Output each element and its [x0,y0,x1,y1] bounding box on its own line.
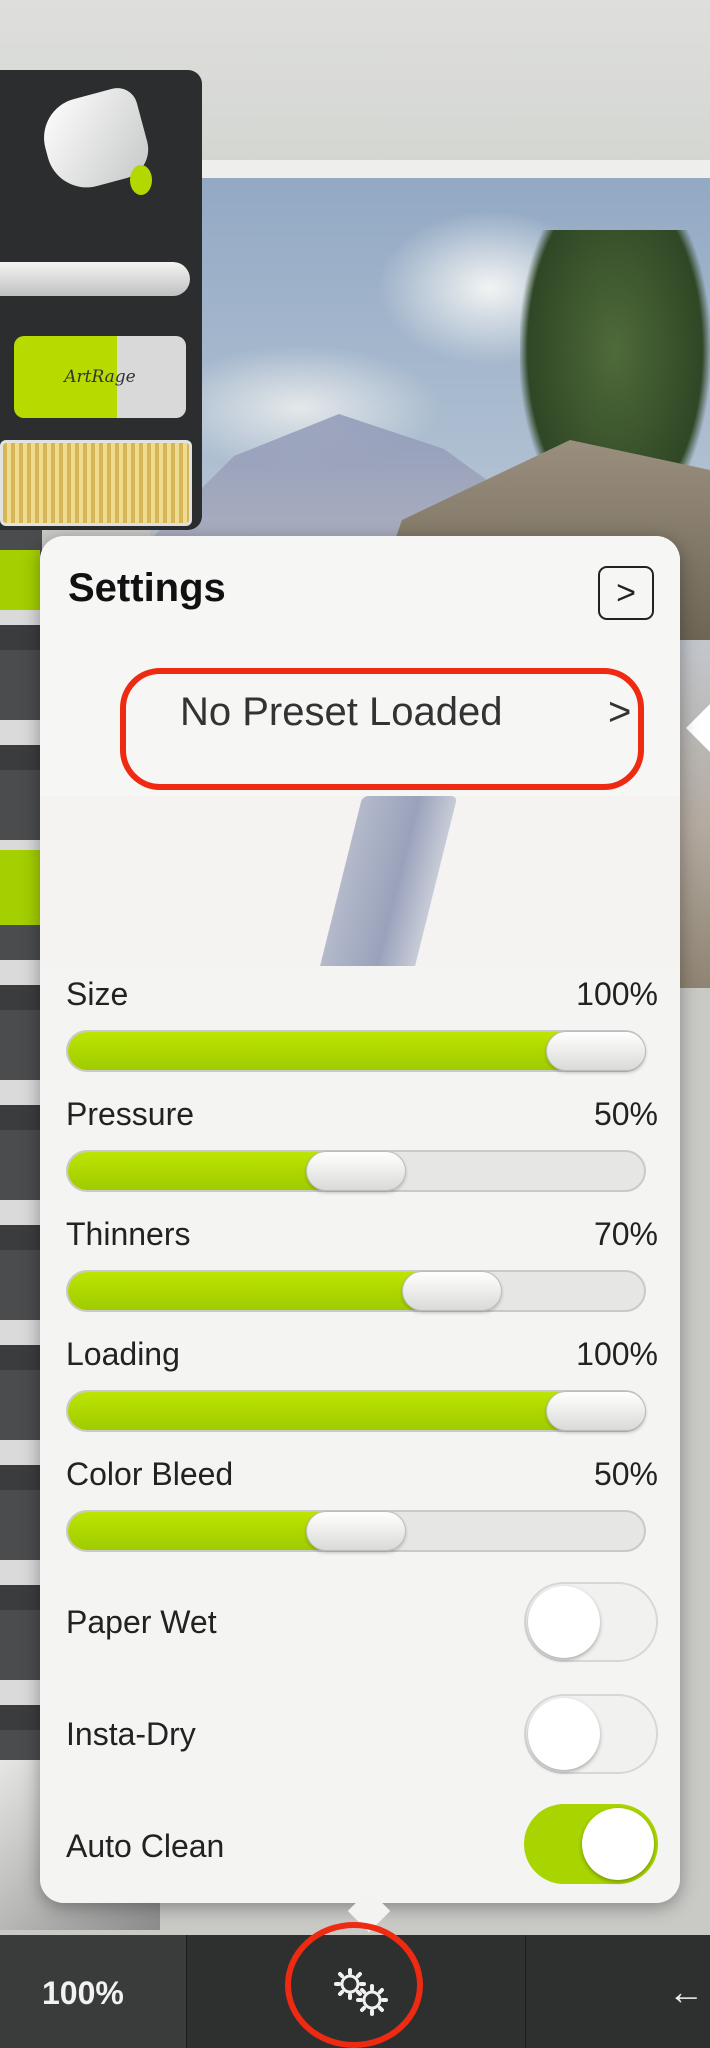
panel-pointer-right [686,700,710,756]
slider-color-bleed: Color Bleed 50% [40,1446,680,1567]
toggle-label: Insta-Dry [66,1716,196,1752]
toggle-knob [528,1586,600,1658]
slider-thumb[interactable] [546,1391,646,1431]
zoom-button[interactable]: 100% [0,1935,187,2048]
slider-thinners: Thinners 70% [40,1206,680,1327]
slider-pressure: Pressure 50% [40,1086,680,1207]
toggle-switch[interactable] [524,1582,658,1662]
stroke-preview-sample [317,796,458,966]
tool-strip-marker [0,850,40,925]
toggle-switch[interactable] [524,1694,658,1774]
slider-value: 100% [576,1336,658,1372]
slider-value: 50% [593,1456,658,1492]
back-arrow-icon[interactable]: ← [668,1971,704,2013]
stroke-preview [40,796,680,967]
slider-track[interactable] [66,1270,646,1312]
slider-fill [68,1032,595,1070]
slider-thumb[interactable] [306,1151,406,1191]
slider-fill [68,1272,452,1310]
slider-thumb[interactable] [402,1271,502,1311]
slider-thumb[interactable] [306,1511,406,1551]
toggle-switch[interactable] [524,1804,658,1884]
toggle-insta-dry: Insta-Dry [40,1678,680,1791]
slider-label: Pressure [66,1096,195,1132]
slider-size: Size 100% [40,966,680,1087]
toggle-label: Auto Clean [66,1828,225,1864]
collapse-button[interactable]: > [598,566,654,620]
settings-highlight-annotation [285,1922,423,2048]
chevron-right-icon: > [616,573,636,612]
sticker-tool[interactable]: ArtRage [14,336,186,418]
slider-value: 70% [593,1216,658,1252]
slider-loading: Loading 100% [40,1326,680,1447]
slider-label: Loading [66,1336,180,1372]
toggle-paper-wet: Paper Wet [40,1566,680,1679]
slider-thumb[interactable] [546,1031,646,1071]
slider-value: 50% [593,1096,658,1132]
slider-label: Thinners [66,1216,191,1252]
zoom-level: 100% [42,1975,124,2011]
slider-value: 100% [576,976,658,1012]
slider-label: Size [66,976,129,1012]
artrage-logo: ArtRage [64,367,136,387]
toggle-auto-clean: Auto Clean [40,1790,680,1903]
toggle-knob [582,1808,654,1880]
preset-highlight-annotation [120,668,644,790]
slider-label: Color Bleed [66,1456,234,1492]
slider-fill [68,1392,595,1430]
canvas-edge [150,160,710,178]
settings-title: Settings [68,566,226,610]
pencil-tool[interactable] [0,262,190,296]
tool-strip[interactable] [0,530,42,1780]
toolbar-divider [525,1935,526,2048]
tool-strip-marker [0,550,40,610]
glitter-tool[interactable] [0,440,192,526]
toggle-label: Paper Wet [66,1604,217,1640]
glue-tip-icon [130,165,152,195]
toggle-knob [528,1698,600,1770]
settings-header: Settings > [40,536,680,647]
